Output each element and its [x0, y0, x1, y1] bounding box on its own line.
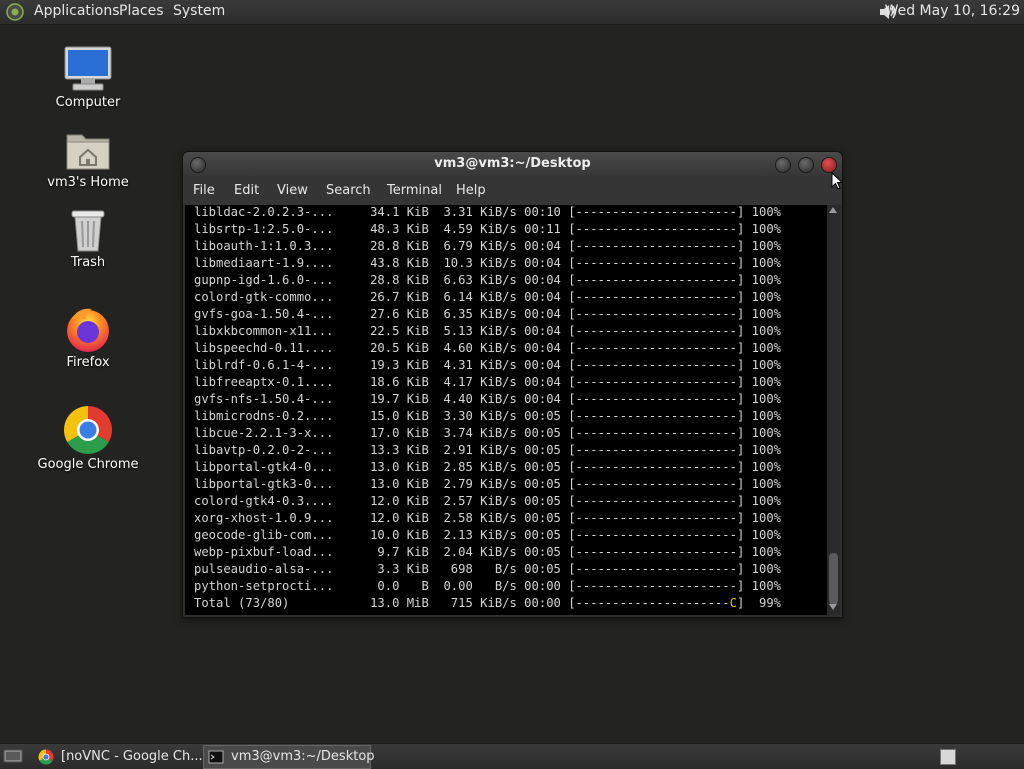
home-folder-icon [66, 134, 110, 170]
desktop-icon-computer[interactable]: Computer [33, 45, 143, 110]
terminal-line: libavtp-0.2.0-2-... 13.3 KiB 2.91 KiB/s … [194, 443, 781, 457]
terminal-line: pulseaudio-alsa-... 3.3 KiB 698 B/s 00:0… [194, 562, 781, 576]
firefox-icon [67, 308, 109, 352]
taskbar-item-chrome[interactable]: [noVNC - Google Ch... [33, 745, 203, 769]
close-button[interactable] [821, 157, 837, 173]
scroll-up-arrow-icon[interactable] [829, 207, 837, 213]
taskbar-item-label: [noVNC - Google Ch... [61, 749, 203, 764]
terminal-line: xorg-xhost-1.0.9... 12.0 KiB 2.58 KiB/s … [194, 511, 781, 525]
terminal-line: colord-gtk4-0.3.... 12.0 KiB 2.57 KiB/s … [194, 494, 781, 508]
computer-icon [64, 46, 112, 91]
terminal-line: libportal-gtk4-0... 13.0 KiB 2.85 KiB/s … [194, 460, 781, 474]
total-progress-marker: C [729, 596, 737, 610]
mouse-cursor-icon [831, 172, 843, 190]
terminal-icon [208, 750, 224, 764]
menu-help[interactable]: Help [456, 183, 486, 198]
minimize-button[interactable] [775, 157, 791, 173]
top-panel: Applications Places System Wed May 10, 1… [0, 0, 1024, 25]
chrome-icon [38, 749, 54, 765]
scroll-down-arrow-icon[interactable] [829, 604, 837, 610]
window-title: vm3@vm3:~/Desktop [434, 156, 591, 171]
terminal-line: gupnp-igd-1.6.0-... 28.8 KiB 6.63 KiB/s … [194, 273, 781, 287]
terminal-line: liboauth-1:1.0.3... 28.8 KiB 6.79 KiB/s … [194, 239, 781, 253]
terminal-menubar: File Edit View Search Terminal Help [183, 177, 842, 205]
menu-search[interactable]: Search [326, 183, 371, 198]
menu-view[interactable]: View [277, 183, 308, 198]
terminal-output[interactable]: libldac-2.0.2.3-... 34.1 KiB 3.31 KiB/s … [185, 205, 827, 615]
total-suffix: ] 99% [736, 596, 782, 610]
terminal-line: liblrdf-0.6.1-4-... 19.3 KiB 4.31 KiB/s … [194, 358, 781, 372]
desktop-icon-trash[interactable]: Trash [33, 207, 143, 270]
terminal-line: webp-pixbuf-load... 9.7 KiB 2.04 KiB/s 0… [194, 545, 781, 559]
desktop-icon-label: Google Chrome [37, 457, 139, 472]
mate-logo-icon[interactable] [6, 3, 24, 21]
trash-icon [71, 210, 105, 252]
applications-menu[interactable]: Applications [34, 3, 120, 19]
terminal-line: python-setprocti... 0.0 B 0.00 B/s 00:00… [194, 579, 781, 593]
desktop-icon-home[interactable]: vm3's Home [33, 127, 143, 190]
places-menu[interactable]: Places [119, 3, 164, 19]
taskbar-item-terminal[interactable]: vm3@vm3:~/Desktop [203, 745, 375, 769]
terminal-line: colord-gtk-commo... 26.7 KiB 6.14 KiB/s … [194, 290, 781, 304]
window-titlebar[interactable]: vm3@vm3:~/Desktop [183, 152, 842, 177]
system-menu[interactable]: System [173, 3, 225, 19]
menu-file[interactable]: File [193, 183, 215, 198]
desktop-icon-label: Trash [70, 255, 106, 270]
terminal-line: libmediaart-1.9.... 43.8 KiB 10.3 KiB/s … [194, 256, 781, 270]
desktop-icon-chrome[interactable]: Google Chrome [33, 405, 143, 472]
terminal-line: libmicrodns-0.2.... 15.0 KiB 3.30 KiB/s … [194, 409, 781, 423]
desktop-icon-label: vm3's Home [47, 175, 129, 190]
terminal-line: libspeechd-0.11.... 20.5 KiB 4.60 KiB/s … [194, 341, 781, 355]
terminal-total-line: Total (73/80) 13.0 MiB 715 KiB/s 00:00 [… [194, 595, 781, 612]
menu-terminal[interactable]: Terminal [387, 183, 442, 198]
desktop-icon-label: Computer [55, 95, 121, 110]
terminal-line: geocode-glib-com... 10.0 KiB 2.13 KiB/s … [194, 528, 781, 542]
maximize-button[interactable] [798, 157, 814, 173]
clock[interactable]: Wed May 10, 16:29 [885, 3, 1020, 19]
show-desktop-icon[interactable] [3, 748, 23, 764]
total-prefix: Total (73/80) 13.0 MiB 715 KiB/s 00:00 [… [194, 596, 730, 610]
terminal-line: libxkbcommon-x11... 22.5 KiB 5.13 KiB/s … [194, 324, 781, 338]
bottom-panel: [noVNC - Google Ch... vm3@vm3:~/Desktop [0, 743, 1024, 769]
terminal-line: gvfs-nfs-1.50.4-... 19.7 KiB 4.40 KiB/s … [194, 392, 781, 406]
desktop-icon-firefox[interactable]: Firefox [33, 305, 143, 370]
terminal-line: libfreeaptx-0.1.... 18.6 KiB 4.17 KiB/s … [194, 375, 781, 389]
menu-edit[interactable]: Edit [234, 183, 259, 198]
chrome-icon [64, 406, 112, 454]
terminal-scrollbar[interactable] [827, 205, 840, 615]
terminal-line: libsrtp-1:2.5.0-... 48.3 KiB 4.59 KiB/s … [194, 222, 781, 236]
terminal-line: libportal-gtk3-0... 13.0 KiB 2.79 KiB/s … [194, 477, 781, 491]
terminal-window[interactable]: vm3@vm3:~/Desktop File Edit View Search … [182, 151, 843, 618]
workspace-switcher[interactable] [940, 749, 956, 765]
terminal-line: libldac-2.0.2.3-... 34.1 KiB 3.31 KiB/s … [194, 205, 781, 219]
taskbar-item-label: vm3@vm3:~/Desktop [231, 749, 375, 764]
desktop-icon-label: Firefox [66, 355, 110, 370]
terminal-line: libcue-2.2.1-3-x... 17.0 KiB 3.74 KiB/s … [194, 426, 781, 440]
scrollbar-thumb[interactable] [829, 553, 838, 605]
terminal-line: gvfs-goa-1.50.4-... 27.6 KiB 6.35 KiB/s … [194, 307, 781, 321]
